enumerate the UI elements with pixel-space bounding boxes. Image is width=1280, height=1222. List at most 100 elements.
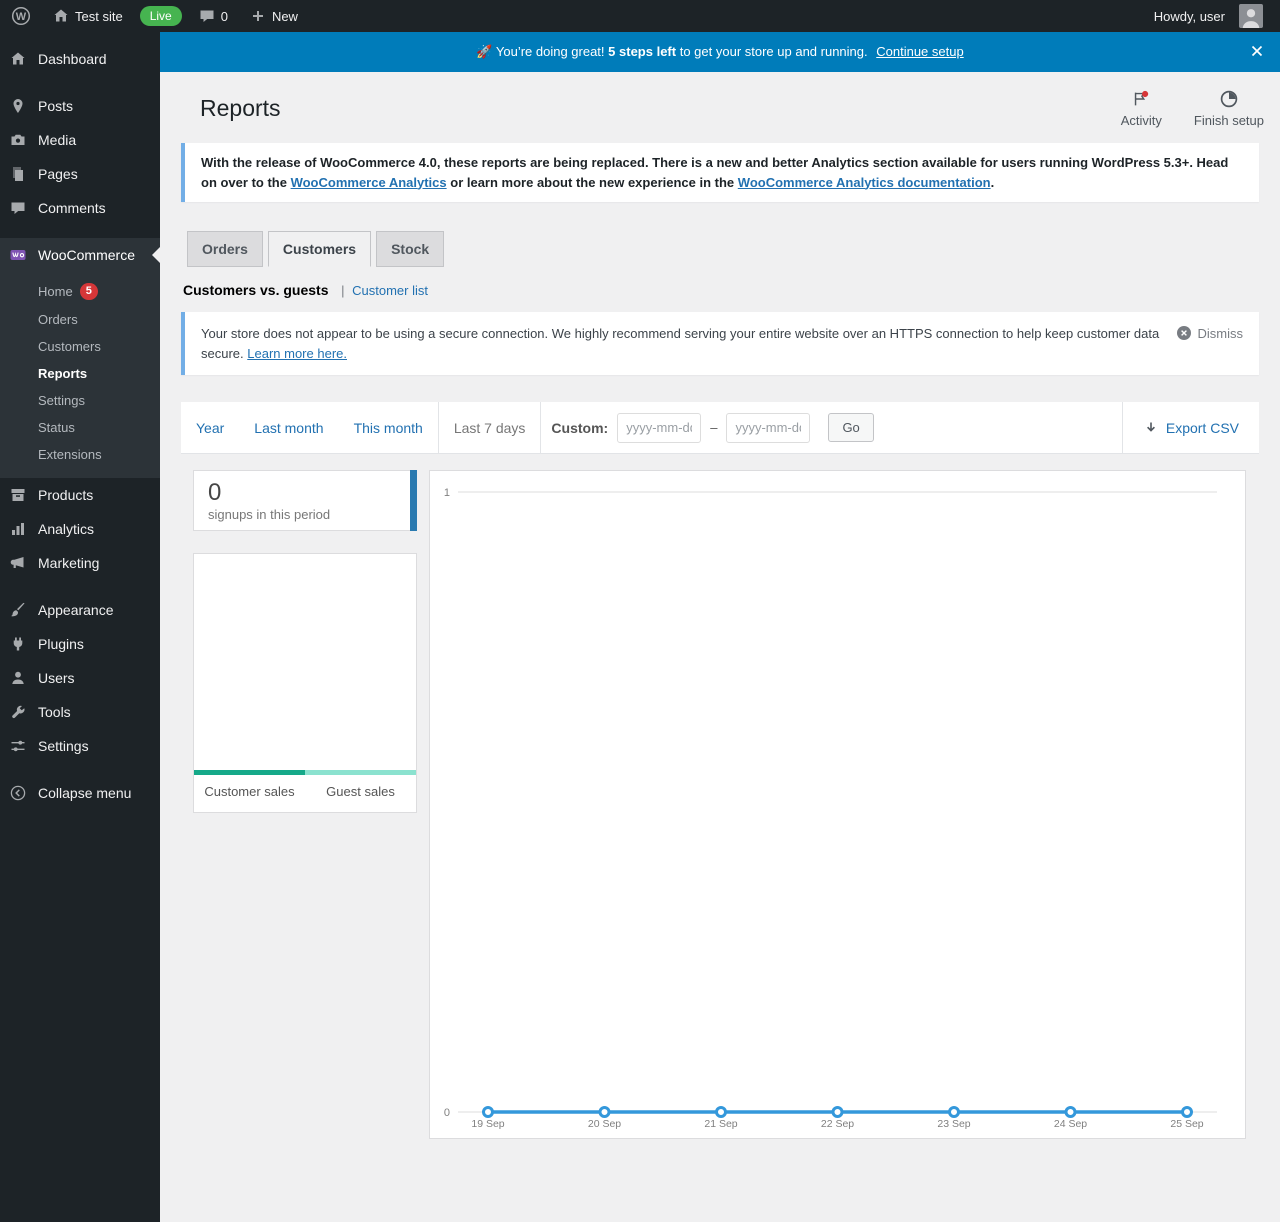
export-csv-link[interactable]: Export CSV: [1121, 402, 1259, 453]
sidebar-item-label: Settings: [38, 738, 89, 754]
sidebar-subitem-customers[interactable]: Customers: [0, 333, 160, 360]
sidebar-item-products[interactable]: Products: [0, 478, 160, 512]
home-icon: [53, 8, 69, 24]
svg-text:24 Sep: 24 Sep: [1054, 1118, 1087, 1130]
sidebar-item-label: Marketing: [38, 555, 100, 571]
svg-text:W: W: [16, 11, 27, 23]
sidebar-item-users[interactable]: Users: [0, 661, 160, 695]
wordpress-menu[interactable]: W: [0, 0, 42, 32]
sidebar-item-collapse-menu[interactable]: Collapse menu: [0, 776, 160, 810]
woocommerce-analytics-link[interactable]: WooCommerce Analytics: [291, 175, 447, 190]
page-header: Reports Activity Finish setup: [160, 72, 1280, 143]
range-tab-last-month[interactable]: Last month: [239, 402, 338, 453]
site-name-menu[interactable]: Test site: [42, 0, 134, 32]
svg-text:21 Sep: 21 Sep: [704, 1118, 737, 1130]
sidebar-item-tools[interactable]: Tools: [0, 695, 160, 729]
sidebar-subitem-extensions[interactable]: Extensions: [0, 441, 160, 468]
analytics-documentation-link[interactable]: WooCommerce Analytics documentation: [738, 175, 991, 190]
sidebar-item-posts[interactable]: Posts: [0, 89, 160, 123]
sidebar-item-woocommerce[interactable]: WooCommerce: [0, 238, 160, 272]
steps-left: 5 steps left: [608, 44, 677, 59]
plugins-icon: [8, 635, 28, 653]
report-content: 0 signups in this period Customer sales G…: [193, 470, 1246, 1139]
date-to-input[interactable]: [726, 412, 811, 443]
date-from-input[interactable]: [617, 412, 702, 443]
admin-sidebar: Dashboard Posts Media Pages Comments WooComme…: [0, 32, 160, 1222]
dismiss-circle-icon: [1176, 325, 1192, 341]
sidebar-item-comments[interactable]: Comments: [0, 191, 160, 225]
activity-flag-icon: [1131, 89, 1151, 109]
sidebar-item-settings[interactable]: Settings: [0, 729, 160, 763]
custom-range-label: Custom:: [551, 419, 609, 436]
sidebar-subitem-settings[interactable]: Settings: [0, 387, 160, 414]
sidebar-item-label: Pages: [38, 166, 78, 182]
range-tabs: Year Last month This month Last 7 days: [181, 402, 542, 453]
custom-range: Custom: – Go: [551, 402, 874, 453]
sidebar-item-label: Dashboard: [38, 51, 107, 67]
sidebar-subitem-reports[interactable]: Reports: [0, 360, 160, 387]
sidebar-item-label: Collapse menu: [38, 785, 132, 801]
sidebar-item-label: Plugins: [38, 636, 84, 652]
range-tab-last-7-days[interactable]: Last 7 days: [437, 402, 542, 453]
legend-row: Customer sales Guest sales: [194, 770, 416, 812]
banner-close-button[interactable]: [1249, 43, 1267, 61]
sidebar-subitem-home[interactable]: Home 5: [0, 277, 160, 306]
avatar: [1239, 4, 1263, 28]
site-name: Test site: [75, 8, 123, 24]
sidebar-item-label: WooCommerce: [38, 247, 135, 263]
sidebar-item-analytics[interactable]: Analytics: [0, 512, 160, 546]
finish-setup-button[interactable]: Finish setup: [1194, 89, 1264, 128]
date-range-bar: Year Last month This month Last 7 days Cust…: [181, 402, 1259, 454]
svg-text:20 Sep: 20 Sep: [588, 1118, 621, 1130]
media-icon: [8, 131, 28, 149]
activity-button[interactable]: Activity: [1121, 89, 1162, 128]
svg-text:19 Sep: 19 Sep: [471, 1118, 504, 1130]
legend-item-guest-sales[interactable]: Guest sales: [305, 770, 416, 812]
range-tab-year[interactable]: Year: [181, 402, 239, 453]
signups-stat-card: 0 signups in this period: [193, 470, 417, 531]
legend-item-customer-sales[interactable]: Customer sales: [194, 770, 305, 812]
subnav-customer-list-link[interactable]: Customer list: [352, 283, 428, 298]
sidebar-item-marketing[interactable]: Marketing: [0, 546, 160, 580]
svg-text:25 Sep: 25 Sep: [1170, 1118, 1203, 1130]
tab-orders[interactable]: Orders: [187, 231, 263, 267]
tab-customers[interactable]: Customers: [267, 231, 372, 267]
sidebar-item-dashboard[interactable]: Dashboard: [0, 42, 160, 76]
signups-label: signups in this period: [208, 506, 331, 522]
sidebar-item-appearance[interactable]: Appearance: [0, 593, 160, 627]
security-notice: Your store does not appear to be using a…: [181, 312, 1259, 375]
svg-text:22 Sep: 22 Sep: [821, 1118, 854, 1130]
sidebar-item-label: Users: [38, 670, 75, 686]
comments-count: 0: [220, 8, 228, 24]
comments-admin-bar-item[interactable]: 0: [188, 0, 239, 32]
tab-stock[interactable]: Stock: [376, 231, 445, 267]
appearance-icon: [8, 601, 28, 619]
sidebar-subitem-orders[interactable]: Orders: [0, 306, 160, 333]
sidebar-item-label: Appearance: [38, 602, 114, 618]
tools-icon: [8, 703, 28, 721]
sidebar-item-label: Tools: [38, 704, 71, 720]
sidebar-item-plugins[interactable]: Plugins: [0, 627, 160, 661]
my-account-menu[interactable]: Howdy, user: [1143, 0, 1274, 32]
sidebar-item-pages[interactable]: Pages: [0, 157, 160, 191]
range-tab-this-month[interactable]: This month: [339, 402, 438, 453]
new-content-menu[interactable]: New: [239, 0, 309, 32]
collapse-icon: [8, 784, 28, 802]
learn-more-link[interactable]: Learn more here.: [247, 346, 347, 361]
dismiss-button[interactable]: Dismiss: [1176, 324, 1243, 341]
range-separator: –: [710, 420, 718, 435]
settings-icon: [8, 737, 28, 755]
sidebar-item-media[interactable]: Media: [0, 123, 160, 157]
banner-lead: You’re doing great!: [495, 44, 605, 59]
signups-count: 0: [208, 479, 222, 506]
continue-setup-link[interactable]: Continue setup: [876, 44, 963, 59]
notice-text: or learn more about the new experience i…: [450, 174, 735, 190]
sidebar-item-label: Posts: [38, 98, 74, 114]
rocket-icon: 🚀: [476, 44, 493, 59]
woocommerce-submenu: Home 5 Orders Customers Reports Settings Statu…: [0, 272, 160, 478]
report-tabs: Orders Customers Stock: [181, 231, 1259, 267]
sidebar-subitem-status[interactable]: Status: [0, 414, 160, 441]
svg-text:23 Sep: 23 Sep: [937, 1118, 970, 1130]
admin-content: 🚀 You’re doing great! 5 steps left to ge…: [160, 32, 1280, 1222]
go-button[interactable]: Go: [828, 413, 874, 442]
